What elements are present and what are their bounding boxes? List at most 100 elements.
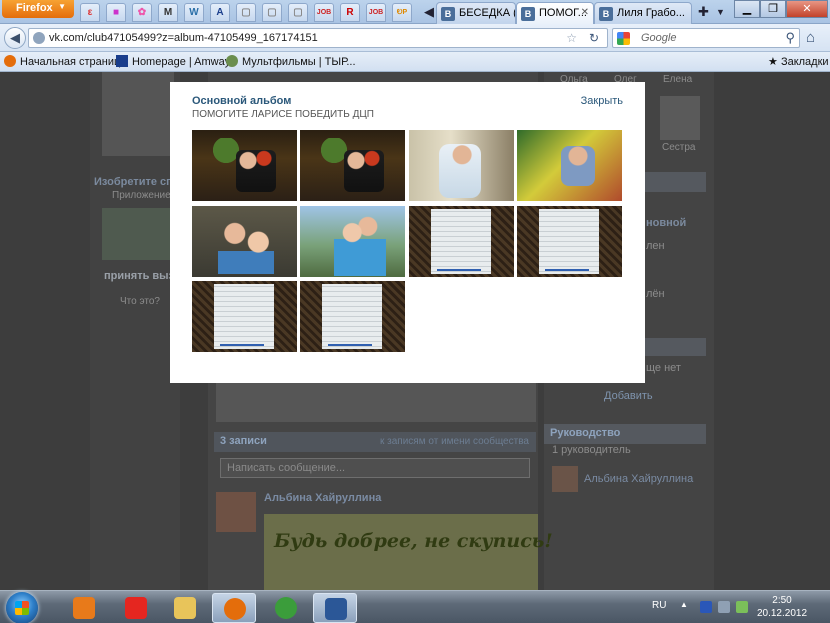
album-photo-doc[interactable] [517,206,622,277]
taskbar-app[interactable] [114,593,158,623]
search-placeholder: Google [641,32,677,44]
management-header: Руководство [544,424,706,444]
album-photo-doc[interactable] [409,206,514,277]
bookmarks-menu[interactable]: ★ Закладки [768,55,829,68]
bookmark-multfilmy[interactable]: Мультфильмы | ТЫР... [226,55,356,68]
letter-a-icon[interactable]: A [210,3,230,22]
document-link [437,269,481,271]
speaker-icon[interactable] [718,601,730,613]
bookmarks-star-icon: ★ [768,56,778,68]
windows-taskbar: RU ▲ 2:50 20.12.2012 [0,590,830,623]
tab-pomogite[interactable]: B ПОМОГ... ✕ [516,2,594,24]
taskbar-app[interactable] [212,593,256,623]
media-player-icon [73,597,95,619]
url-text: vk.com/club47105499?z=album-47105499_167… [49,32,318,44]
bookmark-star-icon[interactable]: ☆ [566,31,577,45]
post-input[interactable]: Написать сообщение... [220,458,530,478]
app-image[interactable] [102,72,174,156]
friend-name[interactable]: Елена [663,74,692,85]
taskbar-app[interactable] [313,593,357,623]
fire-icon[interactable]: ε [80,3,100,22]
manager-avatar[interactable] [552,466,578,492]
side-text: лён [646,288,665,300]
friend-avatar[interactable] [660,96,700,140]
home-icon[interactable]: ⌂ [806,29,815,46]
post-image[interactable]: Будь добрее, не скупись! [264,514,553,590]
wordpress-icon[interactable]: W [184,3,204,22]
job-icon[interactable]: JOB [314,3,334,22]
bookmarks-menu-label: Закладки [780,56,829,68]
url-bar[interactable]: vk.com/club47105499?z=album-47105499_167… [28,28,608,48]
bookmark-amway[interactable]: Homepage | Amway [116,55,230,68]
album-photo-play[interactable] [517,130,622,201]
clock[interactable]: 2:50 20.12.2012 [752,594,812,620]
date-text: 20.12.2012 [756,608,808,619]
close-button[interactable]: Закрыть [581,95,623,107]
grid-icon[interactable]: ▢ [262,3,282,22]
show-hidden-icons[interactable]: ▲ [680,600,688,609]
firefox-menu-label: Firefox [16,2,53,14]
folder-icon [174,597,196,619]
time-text: 2:50 [772,595,792,606]
album-photo-family[interactable] [300,130,405,201]
search-icon[interactable]: ⚲ [785,30,795,46]
google-icon[interactable] [617,32,630,45]
side-text: ще нет [646,362,681,374]
tab-label: БЕСЕДКА (Б... [459,7,515,19]
manager-name[interactable]: Альбина Хайруллина [584,473,693,485]
tab-label: Лиля Грабо... [617,7,685,19]
chrome-icon [275,597,297,619]
add-link[interactable]: Добавить [604,390,653,402]
flower-icon[interactable]: ✿ [132,3,152,22]
challenge-image[interactable] [102,208,174,260]
posts-filter[interactable]: к записям от имени сообщества [380,436,529,447]
minimize-icon[interactable]: ▁ [734,0,760,18]
scroll-tabs-left-icon[interactable]: ◀ [424,4,434,20]
close-tab-icon[interactable]: ✕ [581,7,589,18]
new-tab-icon[interactable]: ✚ [698,4,709,20]
album-photo-baby[interactable] [409,130,514,201]
album-photo-family[interactable] [192,130,297,201]
album-photo-outdoor[interactable] [300,206,405,277]
album-title[interactable]: Основной альбом [192,95,291,107]
bookmark-label: Начальная страница [20,56,127,68]
friend-name[interactable]: Сестра [662,142,696,153]
film-icon[interactable]: M [158,3,178,22]
tab-lilya[interactable]: B Лиля Грабо... [594,2,692,24]
restore-icon[interactable]: ❐ [760,0,786,18]
site-identity-icon[interactable] [33,32,45,44]
search-bar[interactable]: Google ⚲ [612,28,800,48]
taskbar-app[interactable] [62,593,106,623]
bluetooth-icon[interactable] [700,601,712,613]
photo-strip[interactable] [216,382,536,422]
letter-a-icon [116,55,128,67]
taskbar-app[interactable] [264,593,308,623]
back-button[interactable]: ◀ [4,27,26,49]
job-icon[interactable]: JOB [366,3,386,22]
bookmark-start-page[interactable]: Начальная страница [4,55,126,68]
what-is-it-link[interactable]: Что это? [120,296,160,307]
album-photo-doc[interactable] [300,281,405,352]
album-photo-doc[interactable] [192,281,297,352]
reload-icon[interactable]: ↻ [589,31,599,45]
language-indicator[interactable]: RU [652,600,666,611]
yandex-icon [125,597,147,619]
close-window-icon[interactable]: ✕ [786,0,828,18]
side-text: лен [646,240,665,252]
album-photo-mom[interactable] [192,206,297,277]
letter-r-icon[interactable]: R [340,3,360,22]
tab-beseda[interactable]: B БЕСЕДКА (Б... [436,2,516,24]
post-author-avatar[interactable] [216,492,256,532]
firefox-menu-button[interactable]: Firefox ▼ [2,0,74,18]
grid-icon[interactable]: ▢ [236,3,256,22]
taskbar-app[interactable] [163,593,207,623]
posts-count[interactable]: 3 записи [220,435,267,447]
start-button[interactable] [6,592,38,623]
tag-icon[interactable]: ᎧP [392,3,412,22]
post-author-name[interactable]: Альбина Хайруллина [264,492,381,504]
colors-icon[interactable]: ■ [106,3,126,22]
network-icon[interactable] [736,601,748,613]
grid-icon[interactable]: ▢ [288,3,308,22]
list-tabs-icon[interactable]: ▼ [716,7,725,17]
managers-count: 1 руководитель [552,444,631,456]
